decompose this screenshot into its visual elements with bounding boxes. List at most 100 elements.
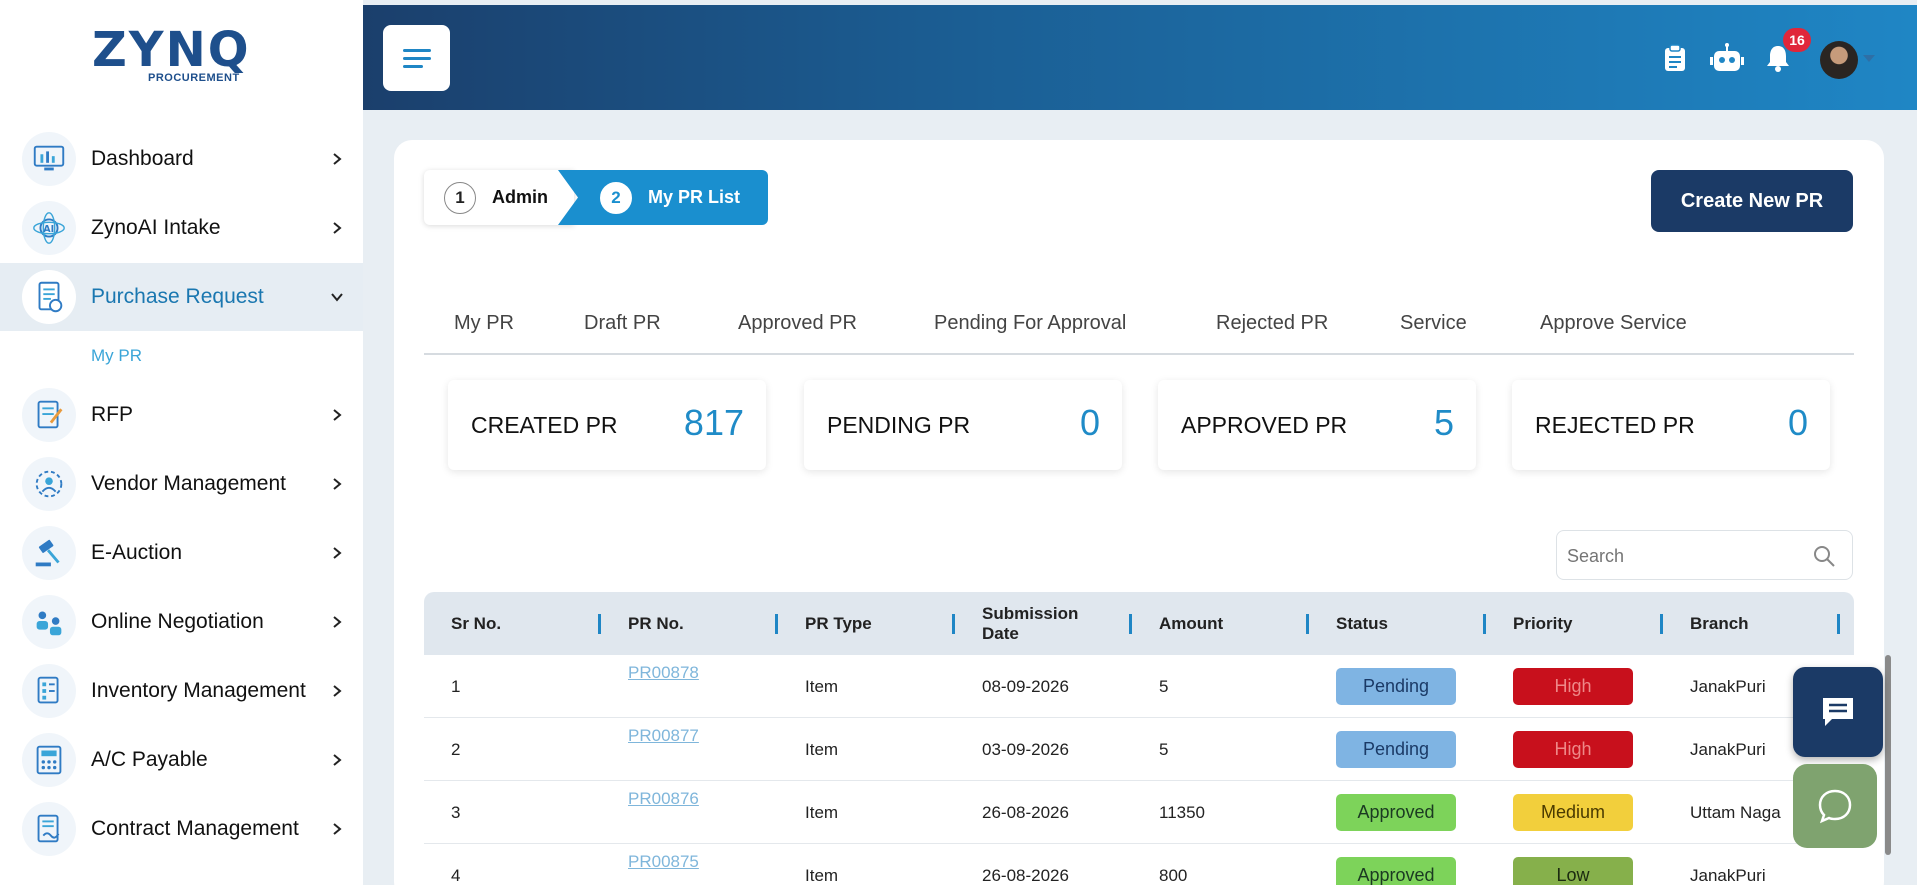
cell-branch: Uttam Naga [1690, 802, 1781, 822]
column-resize-handle[interactable] [1483, 614, 1486, 634]
table-header: Sr No. PR No. PR Type Submission Date Am… [424, 592, 1854, 655]
robot-icon[interactable] [1709, 43, 1745, 73]
cell-date: 03-09-2026 [982, 739, 1069, 759]
sidebar-item-label: ZynoAI Intake [91, 216, 221, 239]
tab-service[interactable]: Service [1400, 312, 1467, 335]
sidebar-item-e-auction[interactable]: E-Auction [0, 519, 363, 587]
column-resize-handle[interactable] [1129, 614, 1132, 634]
pr-number-link[interactable]: PR00878 [628, 663, 699, 683]
cell-sr: 1 [451, 676, 461, 696]
create-new-pr-button[interactable]: Create New PR [1651, 170, 1853, 232]
support-chat-button[interactable] [1793, 764, 1877, 848]
chevron-right-icon [333, 685, 342, 697]
sidebar-item-label: Online Negotiation [91, 610, 264, 633]
step-my-pr-list[interactable]: 2 My PR List [558, 170, 768, 225]
chevron-right-icon [333, 547, 342, 559]
chevron-right-icon [333, 409, 342, 421]
column-resize-handle[interactable] [1837, 614, 1840, 634]
cell-sr: 3 [451, 802, 461, 822]
ai-icon: AI [22, 201, 76, 255]
column-header[interactable]: Priority [1513, 592, 1573, 655]
stat-label: APPROVED PR [1181, 412, 1348, 438]
table-row[interactable]: 2 PR00877 Item 03-09-2026 5 Pending High… [424, 718, 1854, 781]
sidebar-item-label: Vendor Management [91, 472, 286, 495]
tab-pending-for-approval[interactable]: Pending For Approval [934, 312, 1126, 335]
column-header[interactable]: Branch [1690, 592, 1749, 655]
tab-approve-service[interactable]: Approve Service [1540, 312, 1687, 335]
sidebar-item-rfp[interactable]: RFP [0, 381, 363, 449]
submenu-my-pr[interactable]: My PR [91, 346, 142, 366]
table-row[interactable]: 4 PR00875 Item 26-08-2026 800 Approved L… [424, 844, 1854, 885]
table-row[interactable]: 1 PR00878 Item 08-09-2026 5 Pending High… [424, 655, 1854, 718]
sidebar-item-zynoai-intake[interactable]: AI ZynoAI Intake [0, 194, 363, 262]
stat-label: PENDING PR [827, 412, 971, 438]
cell-date: 26-08-2026 [982, 802, 1069, 822]
sidebar-item-label: A/C Payable [91, 748, 208, 771]
sidebar-item-vendor-management[interactable]: Vendor Management [0, 450, 363, 518]
pr-number-link[interactable]: PR00875 [628, 852, 699, 872]
chevron-right-icon [333, 153, 342, 165]
brand-logo[interactable]: ZYNQ PROCUREMENT [92, 26, 252, 86]
stat-card-created[interactable]: CREATED PR 817 [448, 380, 766, 470]
priority-badge: Low [1513, 857, 1633, 885]
stat-value: 0 [1079, 402, 1100, 443]
tab-my-pr[interactable]: My PR [454, 312, 514, 335]
tab-rejected-pr[interactable]: Rejected PR [1216, 312, 1328, 335]
step-admin[interactable]: 1 Admin [424, 170, 574, 225]
sidebar-item-online-negotiation[interactable]: Online Negotiation [0, 588, 363, 656]
pr-number-link[interactable]: PR00876 [628, 789, 699, 809]
sidebar-item-dashboard[interactable]: Dashboard [0, 125, 363, 193]
search-icon[interactable] [1812, 544, 1836, 568]
column-header[interactable]: Submission Date [982, 592, 1102, 655]
column-resize-handle[interactable] [775, 614, 778, 634]
stat-card-approved[interactable]: APPROVED PR 5 [1158, 380, 1476, 470]
step-label: My PR List [648, 187, 741, 207]
svg-text:AI: AI [43, 224, 54, 235]
sidebar-item-contract-management[interactable]: Contract Management [0, 795, 363, 863]
table-row[interactable]: 3 PR00876 Item 26-08-2026 11350 Approved… [424, 781, 1854, 844]
stat-card-rejected[interactable]: REJECTED PR 0 [1512, 380, 1830, 470]
search-input[interactable] [1567, 541, 1797, 571]
priority-badge: High [1513, 668, 1633, 705]
chat-button[interactable] [1793, 667, 1883, 757]
hamburger-icon [402, 49, 431, 68]
clipboard-icon[interactable] [1660, 43, 1690, 73]
column-resize-handle[interactable] [952, 614, 955, 634]
pr-table: Sr No. PR No. PR Type Submission Date Am… [424, 592, 1854, 885]
column-header[interactable]: Status [1336, 592, 1388, 655]
payable-icon [22, 733, 76, 787]
cell-amount: 11350 [1159, 802, 1206, 822]
sidebar-item-label: Contract Management [91, 817, 299, 840]
column-resize-handle[interactable] [1306, 614, 1309, 634]
sidebar-item-purchase-request[interactable]: Purchase Request [0, 263, 363, 331]
cell-branch: JanakPuri [1690, 865, 1766, 885]
stat-value: 0 [1787, 402, 1808, 443]
sidebar-item-label: E-Auction [91, 541, 183, 564]
column-resize-handle[interactable] [1660, 614, 1663, 634]
scrollbar-thumb[interactable] [1885, 655, 1891, 855]
pr-number-link[interactable]: PR00877 [628, 726, 699, 746]
sidebar-item-label: Purchase Request [91, 285, 264, 308]
chevron-right-icon [333, 478, 342, 490]
column-header[interactable]: PR No. [628, 592, 684, 655]
vendor-icon [22, 457, 76, 511]
column-header[interactable]: Sr No. [451, 592, 501, 655]
menu-toggle-button[interactable] [383, 25, 450, 91]
cell-amount: 5 [1159, 739, 1169, 759]
tab-approved-pr[interactable]: Approved PR [738, 312, 857, 335]
cell-type: Item [805, 739, 839, 759]
column-header[interactable]: PR Type [805, 592, 872, 655]
search-box [1556, 530, 1853, 580]
chevron-down-icon[interactable] [1863, 55, 1875, 62]
stat-card-pending[interactable]: PENDING PR 0 [804, 380, 1122, 470]
sidebar-item-ac-payable[interactable]: A/C Payable [0, 726, 363, 794]
top-header: 16 [363, 5, 1917, 110]
cell-amount: 800 [1159, 865, 1188, 885]
column-header[interactable]: Amount [1159, 592, 1223, 655]
sidebar-item-label: RFP [91, 403, 133, 426]
avatar[interactable] [1820, 41, 1858, 79]
brand-sub: PROCUREMENT [148, 72, 240, 84]
tab-draft-pr[interactable]: Draft PR [584, 312, 661, 335]
column-resize-handle[interactable] [598, 614, 601, 634]
sidebar-item-inventory-management[interactable]: Inventory Management [0, 657, 363, 725]
